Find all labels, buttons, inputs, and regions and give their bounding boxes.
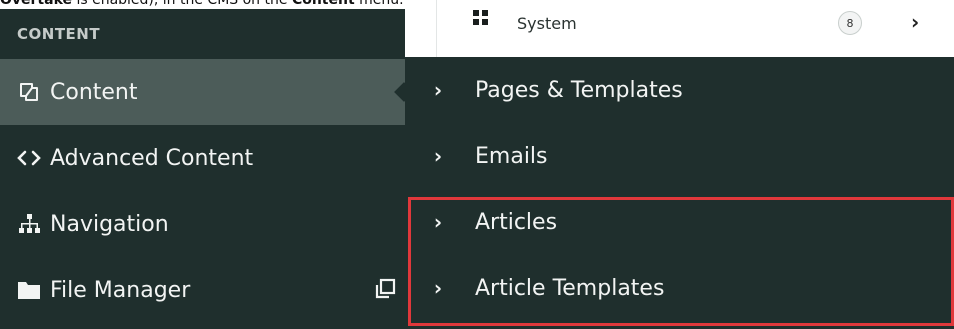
submenu-item-article-templates[interactable]: › Article Templates [405, 255, 954, 321]
chevron-right-icon: › [433, 78, 443, 102]
sidebar-item-file-manager[interactable]: File Manager [0, 257, 405, 323]
open-external-icon[interactable] [373, 277, 397, 301]
sidebar: CONTENT Content Advanced Content Navigat… [0, 9, 414, 329]
chevron-right-icon: › [433, 144, 443, 168]
sidebar-section-header: CONTENT [17, 25, 101, 43]
chevron-right-icon: › [433, 210, 443, 234]
sidebar-item-label: File Manager [50, 277, 191, 303]
count-badge: 8 [838, 11, 862, 35]
submenu-item-pages-templates[interactable]: › Pages & Templates [405, 57, 954, 123]
folder-icon [16, 277, 42, 303]
submenu-item-label: Article Templates [475, 275, 665, 301]
grid-icon [473, 10, 488, 25]
note-bold-2: Content [291, 0, 355, 8]
sidebar-item-advanced-content[interactable]: Advanced Content [0, 125, 405, 191]
sidebar-item-content[interactable]: Content [0, 59, 414, 125]
system-label: System [517, 14, 577, 33]
content-icon [16, 79, 42, 105]
sidebar-item-label: Advanced Content [50, 145, 254, 171]
sidebar-item-label: Content [50, 79, 138, 105]
sidebar-item-navigation[interactable]: Navigation [0, 191, 405, 257]
note-end: menu. [354, 0, 404, 8]
submenu-item-label: Emails [475, 143, 548, 169]
system-menu-item[interactable]: System 8 › [436, 0, 954, 57]
chevron-right-icon: › [911, 10, 920, 34]
submenu-item-label: Articles [475, 209, 558, 235]
note-text: is enabled), in the CMS on the [72, 0, 292, 8]
instruction-text: Overtake is enabled), in the CMS on the … [0, 0, 404, 8]
submenu-item-articles[interactable]: › Articles [405, 189, 954, 255]
note-bold: Overtake [0, 0, 72, 8]
chevron-right-icon: › [433, 276, 443, 300]
submenu-item-label: Pages & Templates [475, 77, 683, 103]
sitemap-icon [16, 211, 42, 237]
submenu-item-emails[interactable]: › Emails [405, 123, 954, 189]
code-icon [16, 145, 42, 171]
content-submenu: › Pages & Templates › Emails › Articles … [405, 57, 954, 329]
sidebar-item-label: Navigation [50, 211, 169, 237]
